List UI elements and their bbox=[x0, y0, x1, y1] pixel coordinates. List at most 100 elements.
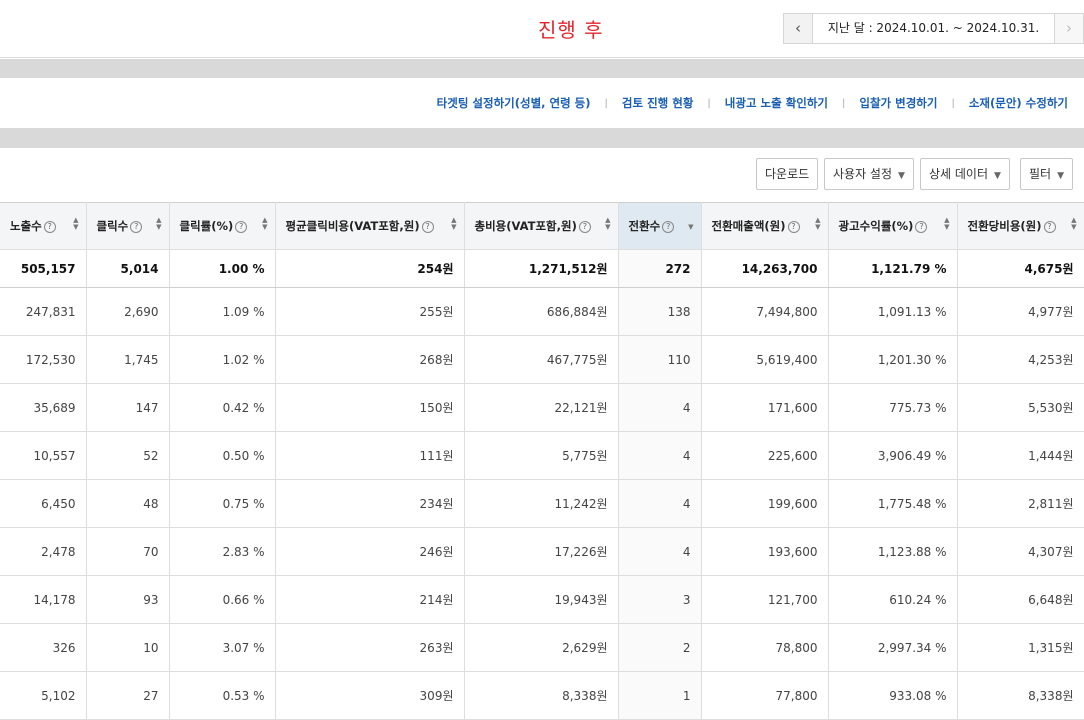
sort-icon[interactable]: ▲ ▼ bbox=[815, 217, 820, 231]
table-cell: 2,811원 bbox=[957, 479, 1084, 528]
sort-icon[interactable]: ▲ ▼ bbox=[451, 217, 456, 231]
table-cell: 1 bbox=[618, 671, 702, 720]
table-cell: 1.00 % bbox=[169, 249, 276, 288]
table-cell: 4 bbox=[618, 383, 702, 432]
link-change-bid[interactable]: 입찰가 변경하기 bbox=[859, 95, 937, 111]
table-cell: 171,600 bbox=[701, 383, 829, 432]
table-cell: 2,690 bbox=[86, 287, 170, 336]
help-icon[interactable]: ? bbox=[235, 221, 248, 233]
column-header[interactable]: 전환매출액(원)? ▲ ▼ bbox=[701, 202, 829, 250]
help-icon[interactable]: ? bbox=[787, 221, 800, 233]
performance-table: 노출수? ▲ ▼ 클릭수? ▲ ▼ 클릭률(%)? ▲ ▼ 평균클릭비용(VAT포함,원)? ▲ ▼ 총… bbox=[0, 202, 1084, 720]
table-cell: 3,906.49 % bbox=[828, 431, 958, 480]
column-header-label: 전환수 bbox=[628, 219, 661, 233]
filter-dropdown[interactable]: 필터 ▼ bbox=[1020, 158, 1074, 190]
sort-icon[interactable]: ▲ ▼ bbox=[944, 217, 949, 231]
table-cell: 19,943원 bbox=[464, 575, 619, 624]
page-title: 진행 후 bbox=[538, 18, 604, 42]
divider-band bbox=[0, 59, 1084, 78]
help-icon[interactable]: ? bbox=[915, 221, 928, 233]
table-cell: 2,478 bbox=[0, 527, 87, 576]
sort-desc-icon[interactable]: ▼ bbox=[688, 217, 693, 231]
help-icon[interactable]: ? bbox=[1043, 221, 1056, 233]
table-cell: 70 bbox=[86, 527, 170, 576]
sort-icon[interactable]: ▲ ▼ bbox=[262, 217, 267, 231]
column-header[interactable]: 전환당비용(원)? ▲ ▼ bbox=[957, 202, 1084, 250]
sort-icon[interactable]: ▲ ▼ bbox=[73, 217, 78, 231]
table-cell: 11,242원 bbox=[464, 479, 619, 528]
download-button[interactable]: 다운로드 bbox=[756, 158, 819, 190]
table-cell: 147 bbox=[86, 383, 170, 432]
table-row: 172,530 1,745 1.02 % 268원 467,775원 110 5,619,4… bbox=[0, 335, 1084, 384]
link-targeting-settings[interactable]: 타겟팅 설정하기(성별, 연령 등) bbox=[437, 95, 591, 111]
table-row: 2,478 70 2.83 % 246원 17,226원 4 193,600 1,123.88… bbox=[0, 527, 1084, 576]
column-header[interactable]: 전환수? ▼ bbox=[618, 202, 702, 250]
column-header-label: 평균클릭비용(VAT포함,원) bbox=[285, 219, 420, 233]
column-header-label: 전환당비용(원) bbox=[967, 219, 1042, 233]
table-cell: 6,450 bbox=[0, 479, 87, 528]
column-header[interactable]: 클릭률(%)? ▲ ▼ bbox=[169, 202, 276, 250]
help-icon[interactable]: ? bbox=[130, 221, 143, 233]
column-header[interactable]: 노출수? ▲ ▼ bbox=[0, 202, 87, 250]
table-cell: 1,745 bbox=[86, 335, 170, 384]
column-header[interactable]: 총비용(VAT포함,원)? ▲ ▼ bbox=[464, 202, 619, 250]
link-edit-creative[interactable]: 소재(문안) 수정하기 bbox=[969, 95, 1068, 111]
table-cell: 234원 bbox=[275, 479, 465, 528]
sort-icon[interactable]: ▲ ▼ bbox=[156, 217, 161, 231]
table-cell: 93 bbox=[86, 575, 170, 624]
column-header[interactable]: 평균클릭비용(VAT포함,원)? ▲ ▼ bbox=[275, 202, 465, 250]
table-cell: 138 bbox=[618, 287, 702, 336]
table-cell: 247,831 bbox=[0, 287, 87, 336]
table-cell: 199,600 bbox=[701, 479, 829, 528]
help-icon[interactable]: ? bbox=[421, 221, 434, 233]
table-cell: 4,675원 bbox=[957, 249, 1084, 288]
sort-icon[interactable]: ▲ ▼ bbox=[605, 217, 610, 231]
table-cell: 6,648원 bbox=[957, 575, 1084, 624]
table-cell: 610.24 % bbox=[828, 575, 958, 624]
help-icon[interactable]: ? bbox=[662, 221, 675, 233]
table-cell: 255원 bbox=[275, 287, 465, 336]
table-cell: 111원 bbox=[275, 431, 465, 480]
table-row: 247,831 2,690 1.09 % 255원 686,884원 138 7,494,8… bbox=[0, 287, 1084, 336]
table-cell: 1,121.79 % bbox=[828, 249, 958, 288]
chevron-left-icon[interactable]: ‹ bbox=[784, 14, 813, 43]
table-cell: 2.83 % bbox=[169, 527, 276, 576]
link-separator: | bbox=[951, 97, 955, 109]
link-my-ad-exposure[interactable]: 내광고 노출 확인하기 bbox=[725, 95, 828, 111]
table-cell: 8,338원 bbox=[957, 671, 1084, 720]
table-cell: 933.08 % bbox=[828, 671, 958, 720]
table-cell: 309원 bbox=[275, 671, 465, 720]
table-cell: 1.02 % bbox=[169, 335, 276, 384]
quick-links-bar: 타겟팅 설정하기(성별, 연령 등) | 검토 진행 현황 | 내광고 노출 확… bbox=[0, 78, 1084, 128]
header-bar: 진행 후 ‹ 지난 달 : 2024.10.01. ~ 2024.10.31. … bbox=[0, 0, 1084, 58]
table-cell: 326 bbox=[0, 623, 87, 672]
table-cell: 5,775원 bbox=[464, 431, 619, 480]
table-cell: 77,800 bbox=[701, 671, 829, 720]
table-row: 35,689 147 0.42 % 150원 22,121원 4 171,600 775.73… bbox=[0, 383, 1084, 432]
table-cell: 3.07 % bbox=[169, 623, 276, 672]
column-header-label: 클릭률(%) bbox=[179, 219, 234, 233]
help-icon[interactable]: ? bbox=[578, 221, 591, 233]
table-cell: 214원 bbox=[275, 575, 465, 624]
column-header-label: 광고수익률(%) bbox=[838, 219, 914, 233]
table-cell: 8,338원 bbox=[464, 671, 619, 720]
sort-icon[interactable]: ▲ ▼ bbox=[1071, 217, 1076, 231]
table-cell: 2 bbox=[618, 623, 702, 672]
column-header[interactable]: 클릭수? ▲ ▼ bbox=[86, 202, 170, 250]
help-icon[interactable]: ? bbox=[43, 221, 56, 233]
detail-data-dropdown[interactable]: 상세 데이터 ▼ bbox=[920, 158, 1010, 190]
column-header[interactable]: 광고수익률(%)? ▲ ▼ bbox=[828, 202, 958, 250]
table-cell: 225,600 bbox=[701, 431, 829, 480]
table-cell: 35,689 bbox=[0, 383, 87, 432]
table-cell: 7,494,800 bbox=[701, 287, 829, 336]
period-label: 지난 달 : 2024.10.01. ~ 2024.10.31. bbox=[827, 21, 1040, 35]
table-cell: 0.75 % bbox=[169, 479, 276, 528]
chevron-right-icon[interactable]: › bbox=[1054, 14, 1083, 43]
table-row: 6,450 48 0.75 % 234원 11,242원 4 199,600 1,775.48… bbox=[0, 479, 1084, 528]
link-review-status[interactable]: 검토 진행 현황 bbox=[622, 95, 694, 111]
user-settings-dropdown[interactable]: 사용자 설정 ▼ bbox=[824, 158, 914, 190]
table-cell: 110 bbox=[618, 335, 702, 384]
table-cell: 3 bbox=[618, 575, 702, 624]
table-row: 326 10 3.07 % 263원 2,629원 2 78,800 2,997.34 % 1,… bbox=[0, 623, 1084, 672]
table-cell: 268원 bbox=[275, 335, 465, 384]
